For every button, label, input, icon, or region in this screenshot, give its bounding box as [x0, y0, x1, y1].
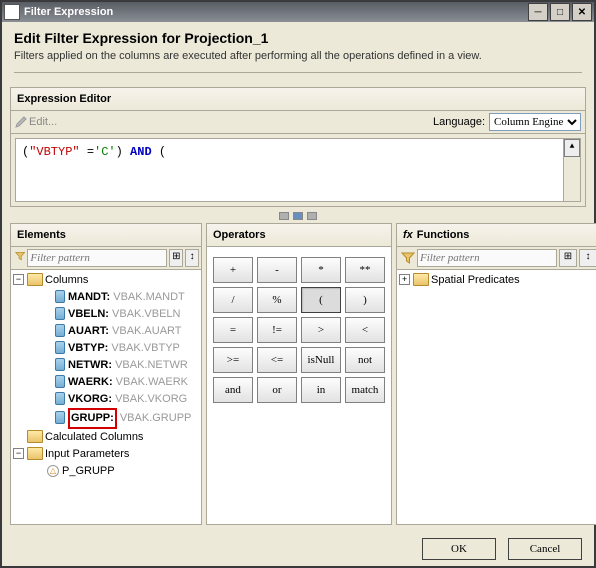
language-label: Language: [433, 116, 485, 128]
operator--button[interactable]: ( [301, 287, 341, 313]
expand-all-button[interactable]: ⊞ [559, 249, 577, 267]
minimize-button[interactable]: ─ [528, 3, 548, 21]
column-icon [55, 358, 65, 371]
column-item[interactable]: GRUPP: VBAK.GRUPP [13, 408, 199, 429]
column-icon [55, 324, 65, 337]
column-item[interactable]: AUART: VBAK.AUART [13, 323, 199, 340]
operator--button[interactable]: % [257, 287, 297, 313]
window-title: Filter Expression [24, 6, 113, 18]
elements-title: Elements [17, 229, 66, 241]
operator--button[interactable]: = [213, 317, 253, 343]
cancel-button[interactable]: Cancel [508, 538, 582, 560]
column-item[interactable]: VBELN: VBAK.VBELN [13, 306, 199, 323]
operator-match-button[interactable]: match [345, 377, 385, 403]
expand-all-button[interactable]: ⊞ [169, 249, 183, 267]
operator--button[interactable]: >= [213, 347, 253, 373]
operator-or-button[interactable]: or [257, 377, 297, 403]
edit-link[interactable]: Edit... [29, 116, 57, 128]
pencil-icon [15, 116, 27, 128]
operator--button[interactable]: - [257, 257, 297, 283]
expression-editor-panel: Expression Editor Edit... Language: Colu… [10, 87, 586, 207]
page-subtitle: Filters applied on the columns are execu… [14, 50, 582, 62]
operator--button[interactable]: < [345, 317, 385, 343]
collapse-icon[interactable]: − [13, 448, 24, 459]
ok-button[interactable]: OK [422, 538, 496, 560]
operator--button[interactable]: + [213, 257, 253, 283]
operator--button[interactable]: ** [345, 257, 385, 283]
folder-icon [27, 447, 43, 460]
functions-item[interactable]: Spatial Predicates [431, 274, 520, 286]
expand-icon[interactable]: + [399, 274, 410, 285]
column-item[interactable]: NETWR: VBAK.NETWR [13, 357, 199, 374]
operator-and-button[interactable]: and [213, 377, 253, 403]
operator-not-button[interactable]: not [345, 347, 385, 373]
close-button[interactable]: ✕ [572, 3, 592, 21]
folder-icon [413, 273, 429, 286]
column-item[interactable]: VKORG: VBAK.VKORG [13, 391, 199, 408]
fx-icon: fx [403, 229, 413, 241]
splitter[interactable] [10, 211, 586, 221]
elements-panel: Elements ⊞ ↕ −ColumnsMANDT: VBAK.MANDTVB… [10, 223, 202, 525]
code-scrollbar[interactable]: ▲ [563, 139, 580, 201]
operator--button[interactable]: > [301, 317, 341, 343]
operators-title: Operators [213, 229, 266, 241]
collapse-icon[interactable]: − [13, 274, 24, 285]
operator-in-button[interactable]: in [301, 377, 341, 403]
operator--button[interactable]: / [213, 287, 253, 313]
input-parameters-folder[interactable]: Input Parameters [45, 448, 129, 460]
folder-icon [27, 273, 43, 286]
operators-panel: Operators +-***/%()=!=><>=<=isNullnotand… [206, 223, 392, 525]
collapse-all-button[interactable]: ↕ [579, 249, 596, 267]
parameter-item[interactable]: △P_GRUPP [13, 463, 199, 480]
elements-filter-input[interactable] [27, 249, 167, 267]
titlebar[interactable]: Filter Expression ─ □ ✕ [2, 2, 594, 22]
funnel-icon [15, 251, 25, 265]
column-icon [55, 341, 65, 354]
app-icon [4, 4, 20, 20]
functions-panel: fx Functions ⊞ ↕ + Spatial Predicates [396, 223, 596, 525]
maximize-button[interactable]: □ [550, 3, 570, 21]
code-editor[interactable]: ("VBTYP" ='C') AND ( ▲ [15, 138, 581, 202]
column-icon [55, 290, 65, 303]
columns-folder[interactable]: Columns [45, 274, 88, 286]
folder-icon [27, 430, 43, 443]
functions-filter-input[interactable] [417, 249, 557, 267]
functions-title: Functions [417, 229, 470, 241]
operator--button[interactable]: <= [257, 347, 297, 373]
column-item[interactable]: WAERK: VBAK.WAERK [13, 374, 199, 391]
calculated-columns-folder[interactable]: Calculated Columns [45, 431, 143, 443]
page-title: Edit Filter Expression for Projection_1 [14, 30, 582, 46]
parameter-icon: △ [47, 465, 59, 477]
funnel-icon [401, 251, 415, 265]
column-icon [55, 307, 65, 320]
collapse-all-button[interactable]: ↕ [185, 249, 199, 267]
column-icon [55, 411, 65, 424]
operator--button[interactable]: != [257, 317, 297, 343]
operator-isNull-button[interactable]: isNull [301, 347, 341, 373]
functions-tree[interactable]: + Spatial Predicates [397, 270, 596, 291]
column-icon [55, 392, 65, 405]
operator--button[interactable]: ) [345, 287, 385, 313]
elements-tree[interactable]: − Columns MANDT: VBAK.MANDTVBELN: VBAK.VBE… [11, 270, 201, 482]
column-item[interactable]: MANDT: VBAK.MANDT [13, 289, 199, 306]
operator--button[interactable]: * [301, 257, 341, 283]
expression-editor-title: Expression Editor [17, 93, 111, 105]
language-select[interactable]: Column Engine [489, 113, 581, 131]
column-icon [55, 375, 65, 388]
column-item[interactable]: VBTYP: VBAK.VBTYP [13, 340, 199, 357]
